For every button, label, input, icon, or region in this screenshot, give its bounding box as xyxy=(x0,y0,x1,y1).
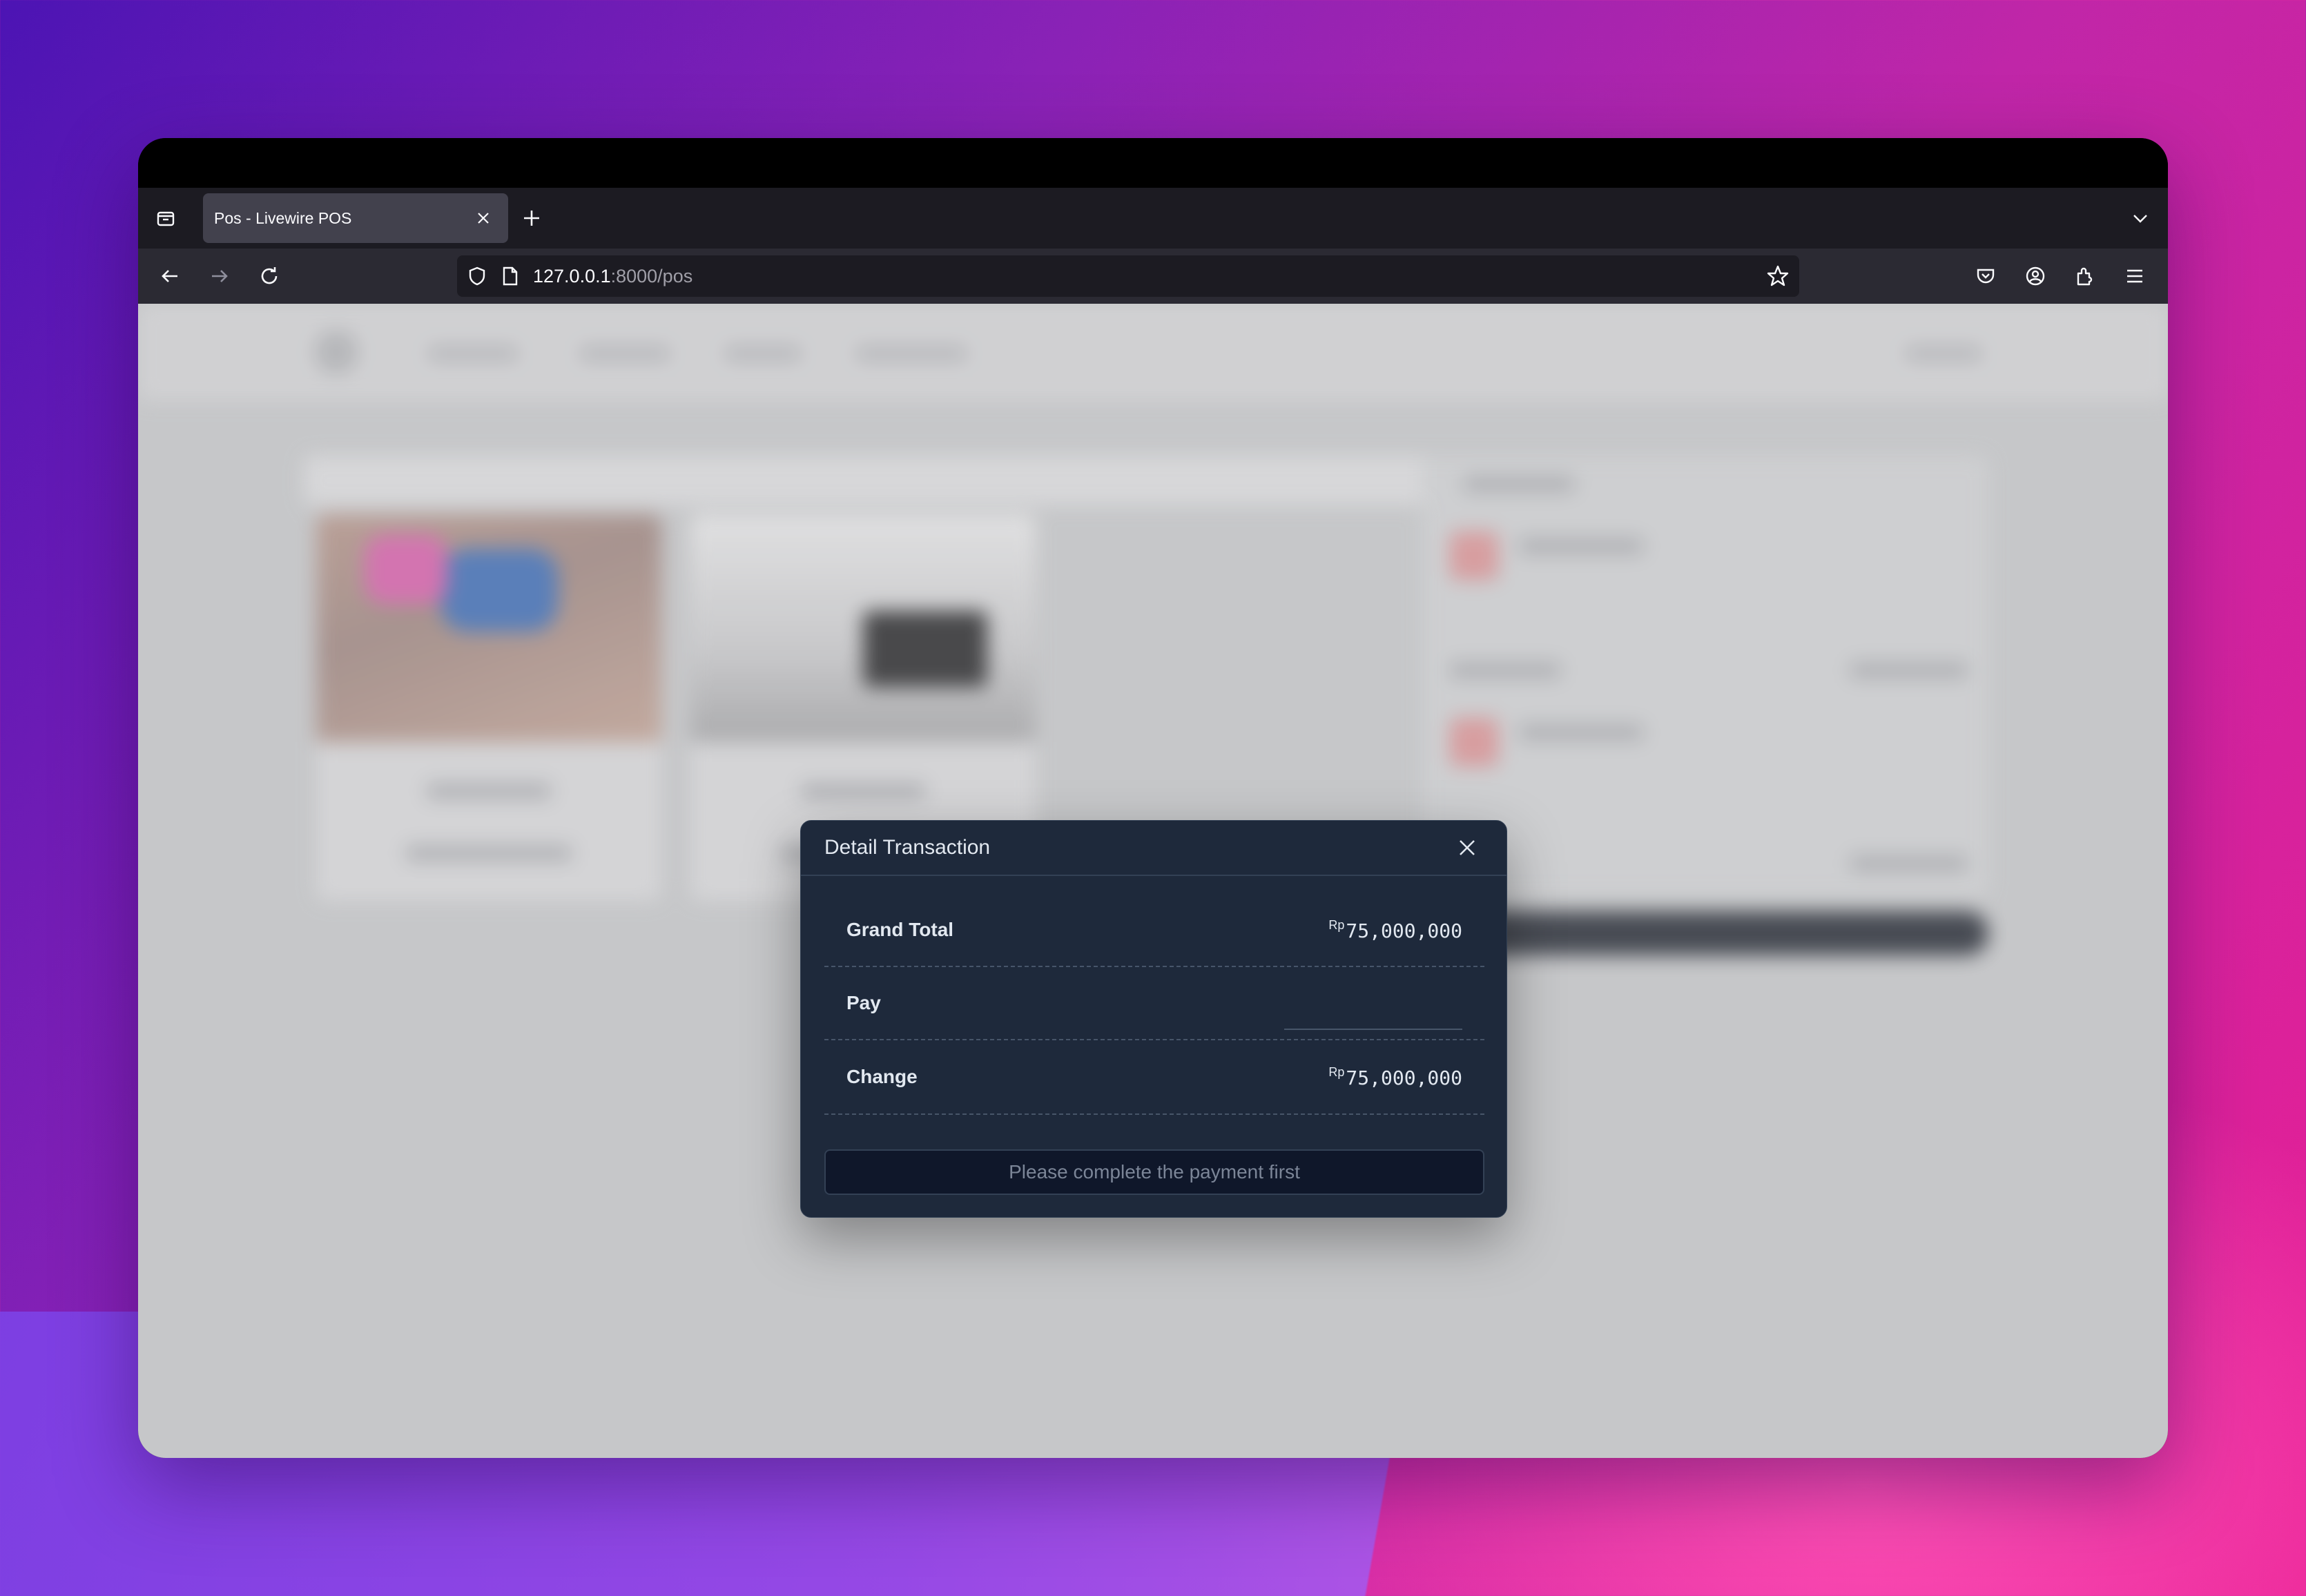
navigation-bar: 127.0.0.1:8000/pos xyxy=(138,249,2168,304)
currency-symbol: Rp xyxy=(1328,917,1345,932)
grand-total-label: Grand Total xyxy=(846,919,954,940)
blurred-product-name xyxy=(427,784,551,799)
blurred-nav-link xyxy=(428,347,518,360)
back-button[interactable] xyxy=(152,258,188,294)
change-amount: 75,000,000 xyxy=(1346,1066,1462,1089)
tab-close-button[interactable] xyxy=(471,206,496,231)
blurred-cart-line xyxy=(1519,538,1643,554)
extensions-icon xyxy=(2074,265,2096,287)
grand-total-amount: 75,000,000 xyxy=(1346,919,1462,942)
page-icon[interactable] xyxy=(501,266,519,286)
list-all-tabs-button[interactable] xyxy=(2125,203,2155,233)
pay-row: Pay xyxy=(824,967,1484,1040)
pay-label: Pay xyxy=(846,992,881,1013)
menu-icon xyxy=(2124,265,2146,287)
grand-total-value: Rp75,000,000 xyxy=(1328,918,1462,942)
blurred-cart-panel xyxy=(1422,456,1988,897)
plus-icon xyxy=(522,208,541,228)
blurred-cart-line xyxy=(1519,725,1643,740)
account-icon xyxy=(2024,265,2046,287)
tab-active[interactable]: Pos - Livewire POS xyxy=(203,193,508,243)
app-menu-button[interactable] xyxy=(2117,258,2153,294)
change-label: Change xyxy=(846,1066,918,1087)
tab-list-button[interactable] xyxy=(138,188,193,249)
blurred-header xyxy=(138,304,2168,400)
blurred-cart-thumb xyxy=(1450,532,1498,580)
page-content: Detail Transaction Grand Total Rp75,000,… xyxy=(138,304,2168,1458)
reload-icon xyxy=(258,265,280,287)
pocket-icon xyxy=(1975,265,1997,287)
currency-symbol: Rp xyxy=(1328,1064,1345,1079)
chevron-down-icon xyxy=(2131,208,2150,228)
star-icon[interactable] xyxy=(1766,264,1790,288)
shield-icon[interactable] xyxy=(467,266,487,286)
blurred-cart-line xyxy=(1450,663,1560,678)
blurred-search-bar xyxy=(304,456,1574,505)
blurred-product-name xyxy=(801,784,925,799)
blurred-product-price xyxy=(406,846,572,861)
blurred-cart-line xyxy=(1850,663,1968,678)
change-value: Rp75,000,000 xyxy=(1328,1065,1462,1089)
blurred-logo xyxy=(314,330,358,374)
blurred-product-image xyxy=(316,514,661,742)
blurred-checkout-button xyxy=(1436,911,1988,955)
blurred-product-card xyxy=(316,514,661,901)
blurred-product-image xyxy=(690,514,1036,742)
tab-strip: Pos - Livewire POS xyxy=(138,188,2168,249)
tab-list-icon xyxy=(155,207,177,229)
detail-transaction-modal: Detail Transaction Grand Total Rp75,000,… xyxy=(800,820,1507,1218)
url-path: :8000/pos xyxy=(610,265,693,286)
extensions-button[interactable] xyxy=(2067,258,2103,294)
url-host: 127.0.0.1 xyxy=(533,265,611,286)
blurred-cart-line xyxy=(1850,856,1968,871)
blurred-cart-title xyxy=(1464,476,1574,492)
grand-total-row: Grand Total Rp75,000,000 xyxy=(824,894,1484,967)
url-bar[interactable]: 127.0.0.1:8000/pos xyxy=(457,255,1799,297)
reload-button[interactable] xyxy=(251,258,287,294)
pocket-button[interactable] xyxy=(1968,258,2004,294)
pay-input[interactable] xyxy=(1284,997,1462,1030)
close-icon xyxy=(476,211,491,226)
tab-title: Pos - Livewire POS xyxy=(214,208,352,227)
new-tab-button[interactable] xyxy=(516,203,547,233)
complete-payment-button[interactable]: Please complete the payment first xyxy=(824,1149,1484,1195)
blurred-user-link xyxy=(1906,347,1982,360)
blurred-nav-link xyxy=(856,347,967,360)
url-text[interactable]: 127.0.0.1:8000/pos xyxy=(533,266,1766,287)
blurred-cart-thumb xyxy=(1450,718,1498,766)
forward-button[interactable] xyxy=(202,258,238,294)
change-row: Change Rp75,000,000 xyxy=(824,1040,1484,1115)
modal-title: Detail Transaction xyxy=(824,836,991,859)
modal-close-button[interactable] xyxy=(1451,832,1483,864)
blurred-nav-link xyxy=(725,347,801,360)
account-button[interactable] xyxy=(2017,258,2053,294)
back-icon xyxy=(159,265,181,287)
modal-header: Detail Transaction xyxy=(801,821,1506,876)
browser-window: Pos - Livewire POS 127.0.0.1:8000/pos De… xyxy=(138,138,2168,1458)
title-bar xyxy=(138,138,2168,188)
forward-icon xyxy=(209,265,231,287)
close-icon xyxy=(1457,838,1477,857)
blurred-nav-link xyxy=(580,347,670,360)
